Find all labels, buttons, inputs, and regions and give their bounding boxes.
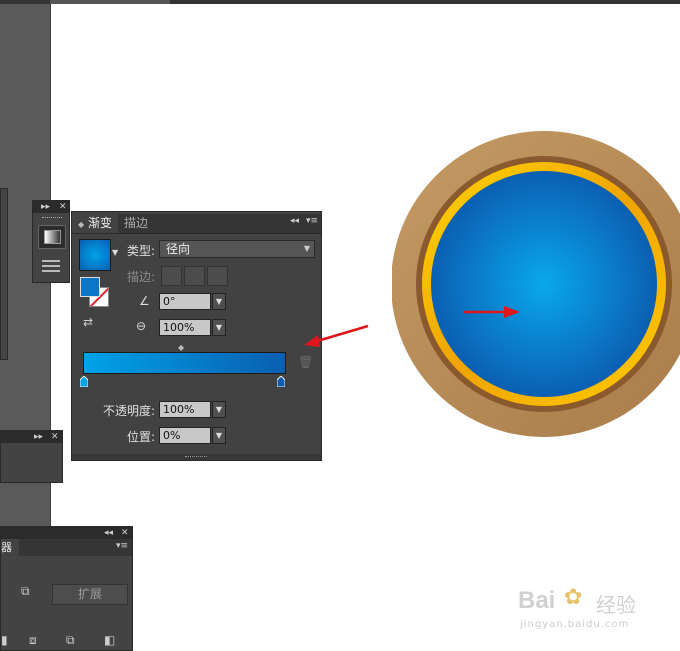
chevron-down-icon: ▼ <box>303 244 310 253</box>
collapse-icon[interactable]: ◂◂ <box>104 527 113 539</box>
grip-icon <box>42 217 62 220</box>
panel-b-titlebar[interactable]: ▸▸ ✕ <box>1 431 62 443</box>
gradient-panel-icon[interactable] <box>38 225 66 249</box>
paw-icon: ✿ <box>564 585 583 610</box>
close-icon[interactable]: ✕ <box>51 431 59 443</box>
panel-resize-bar[interactable] <box>72 454 321 460</box>
annotation-arrow-icon <box>304 324 369 347</box>
expand-icon[interactable]: ▸▸ <box>41 201 50 213</box>
opacity-value: 100% <box>163 403 195 416</box>
gradient-panel-tabs: ◆ 渐变 描边 ◂◂ ▾≡ <box>72 214 321 234</box>
document-tab-edge[interactable] <box>50 0 170 4</box>
aspect-ratio-field[interactable]: 100% <box>159 319 211 336</box>
expand-icon[interactable]: ▸▸ <box>34 431 43 443</box>
tab-stroke-label: 描边 <box>124 216 149 230</box>
expand-button-label: 扩展 <box>77 587 102 601</box>
gradient-type-select[interactable]: 径向 ▼ <box>159 240 315 258</box>
collapsed-panel-edge[interactable] <box>0 188 8 360</box>
gradient-swatch[interactable] <box>79 239 111 271</box>
close-icon[interactable]: ✕ <box>59 201 67 213</box>
stroke-options-label: 描边: <box>127 270 156 284</box>
tab-pathfinder[interactable]: 器 <box>1 539 19 556</box>
panel-menu-icon[interactable]: ▾≡ <box>306 216 318 226</box>
pathfinder-icon-1[interactable]: ▮ <box>1 633 8 647</box>
stroke-within-icon[interactable] <box>161 266 182 286</box>
midpoint-diamond-icon[interactable]: ◆ <box>178 343 184 352</box>
blue-gradient-disc <box>431 171 657 397</box>
watermark-brand-text: Bai <box>518 587 556 614</box>
position-field[interactable]: 0% <box>159 427 211 444</box>
panel-c-titlebar[interactable]: ◂◂ ✕ <box>1 527 132 539</box>
position-label: 位置: <box>127 430 156 444</box>
gradient-slider-bar[interactable] <box>83 352 286 374</box>
pathfinder-panel: ◂◂ ✕ 器 ▾≡ ⧉ 扩展 ▮ ⧈ ⧉ ◧ <box>0 526 133 651</box>
tool-icon-panel: ▸▸ ✕ <box>32 200 70 283</box>
pathfinder-icon-2[interactable]: ⧈ <box>29 633 37 648</box>
watermark-url: jingyan.baidu.com <box>520 619 630 630</box>
gradient-panel: ◆ 渐变 描边 ◂◂ ▾≡ ▼ ⇄ 类型: 径向 ▼ 描边: ∠ 0° ▼ ⊖ … <box>71 211 322 461</box>
circle-button-artwork[interactable] <box>392 131 680 437</box>
opacity-dropdown[interactable]: ▼ <box>212 401 226 418</box>
aspect-ratio-icon: ⊖ <box>136 319 147 333</box>
tab-stroke[interactable]: 描边 <box>118 214 154 233</box>
gradient-stop-right[interactable] <box>277 376 285 387</box>
watermark-jingyan-text: 经验 <box>596 593 636 617</box>
stroke-along-icon[interactable] <box>184 266 205 286</box>
aspect-ratio-value: 100% <box>163 321 195 334</box>
angle-dropdown[interactable]: ▼ <box>212 293 226 310</box>
tab-gradient-label: 渐变 <box>87 216 112 230</box>
divide-icon[interactable]: ⧉ <box>21 584 30 599</box>
fill-color-box[interactable] <box>80 277 100 297</box>
stroke-across-icon[interactable] <box>207 266 228 286</box>
panel-menu-icon[interactable]: ▾≡ <box>116 541 128 551</box>
angle-field[interactable]: 0° <box>159 293 211 310</box>
position-value: 0% <box>163 429 181 442</box>
collapse-icon[interactable]: ◂◂ <box>290 216 299 226</box>
gradient-type-value: 径向 <box>166 242 191 256</box>
tab-pathfinder-label: 器 <box>1 541 12 554</box>
opacity-field[interactable]: 100% <box>159 401 211 418</box>
angle-icon: ∠ <box>139 294 150 308</box>
stroke-panel-icon[interactable] <box>38 256 64 278</box>
aspect-ratio-dropdown[interactable]: ▼ <box>212 319 226 336</box>
tool-panel-titlebar[interactable]: ▸▸ ✕ <box>33 201 69 213</box>
reverse-gradient-icon[interactable]: ⇄ <box>83 315 93 329</box>
pathfinder-icon-3[interactable]: ⧉ <box>66 633 75 648</box>
collapsed-panel-b: ▸▸ ✕ <box>0 430 63 483</box>
close-icon[interactable]: ✕ <box>121 527 129 539</box>
trash-icon[interactable]: 🗑 <box>298 355 313 369</box>
swatch-dropdown-icon[interactable]: ▼ <box>112 248 118 257</box>
angle-value: 0° <box>163 295 176 308</box>
baidu-watermark: Bai ✿ 经验 jingyan.baidu.com <box>518 585 668 635</box>
tab-arrows-icon: ◆ <box>78 220 85 229</box>
tab-gradient[interactable]: ◆ 渐变 <box>72 214 118 233</box>
expand-button[interactable]: 扩展 <box>52 584 128 605</box>
position-dropdown[interactable]: ▼ <box>212 427 226 444</box>
type-label: 类型: <box>127 244 156 258</box>
pathfinder-icon-4[interactable]: ◧ <box>104 633 115 647</box>
opacity-label: 不透明度: <box>103 404 156 418</box>
gradient-stop-left[interactable] <box>80 376 88 387</box>
